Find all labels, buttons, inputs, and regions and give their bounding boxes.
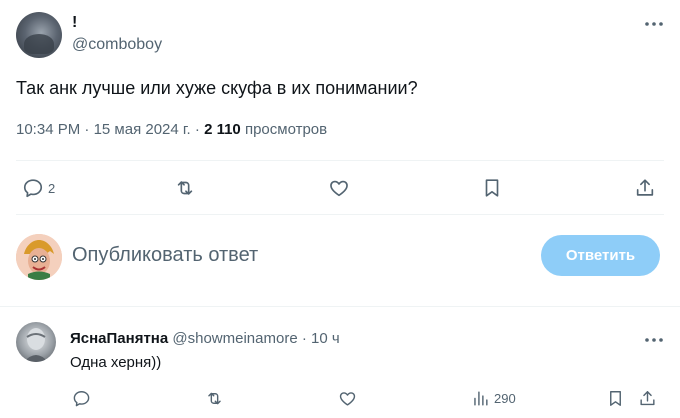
- share-icon: [636, 179, 654, 196]
- share-icon: [640, 390, 655, 405]
- reply-author-name[interactable]: ЯснаПанятна: [70, 330, 168, 347]
- views-button[interactable]: 290: [471, 386, 516, 410]
- author-handle[interactable]: @comboboy: [72, 36, 162, 54]
- reply-time[interactable]: 10 ч: [311, 330, 340, 347]
- retweet-button[interactable]: [174, 176, 196, 200]
- like-icon: [330, 180, 348, 197]
- current-user-avatar[interactable]: [16, 234, 62, 280]
- like-button[interactable]: [338, 386, 357, 410]
- reply-text: Одна херня)): [70, 354, 162, 371]
- like-button[interactable]: [328, 176, 350, 200]
- divider: [16, 214, 664, 215]
- tweet-date[interactable]: 15 мая 2024 г.: [94, 121, 191, 138]
- divider: [0, 306, 680, 307]
- reply-input[interactable]: Опубликовать ответ: [72, 244, 258, 267]
- more-icon[interactable]: [644, 330, 664, 350]
- share-button[interactable]: [638, 386, 657, 410]
- views-count: 290: [494, 390, 516, 406]
- tweet-text: Так анк лучше или хуже скуфа в их понима…: [16, 78, 418, 98]
- tweet-meta: 10:34 PM · 15 мая 2024 г. · 2 110 просмо…: [16, 121, 327, 138]
- views-count: 2 110: [204, 121, 241, 138]
- retweet-icon: [177, 181, 193, 195]
- meta-separator: ·: [194, 121, 200, 138]
- reply-author-avatar[interactable]: [16, 322, 56, 362]
- reply-button[interactable]: [72, 386, 91, 410]
- bookmark-button[interactable]: [481, 176, 503, 200]
- meta-separator: ·: [84, 121, 90, 138]
- reply-icon: [73, 390, 90, 406]
- tweet-time[interactable]: 10:34 PM: [16, 121, 80, 138]
- more-icon[interactable]: [644, 14, 664, 34]
- reply-count: 2: [48, 180, 56, 196]
- reply-separator: ·: [301, 330, 307, 347]
- retweet-icon: [208, 392, 221, 404]
- retweet-button[interactable]: [205, 386, 224, 410]
- author-avatar[interactable]: [16, 12, 62, 58]
- divider: [16, 160, 664, 161]
- views-icon: [474, 390, 488, 406]
- compose-reply: Опубликовать ответ Ответить: [16, 228, 664, 288]
- reply-author-handle[interactable]: @showmeinamore: [172, 330, 297, 347]
- bookmark-button[interactable]: [606, 386, 625, 410]
- reply-icon: [23, 179, 43, 198]
- reply-button[interactable]: 2: [22, 176, 55, 200]
- bookmark-icon: [610, 390, 621, 406]
- views-label: просмотров: [244, 121, 328, 138]
- reply-header: ЯснаПанятна @showmeinamore · 10 ч: [70, 330, 340, 347]
- bookmark-icon: [485, 179, 499, 197]
- post-reply-button[interactable]: Ответить: [541, 235, 660, 276]
- share-button[interactable]: [634, 176, 656, 200]
- like-icon: [339, 391, 356, 406]
- tweet-actions: 2: [16, 162, 664, 214]
- author-display-name[interactable]: !: [72, 14, 77, 32]
- tweet-header: ! @comboboy: [16, 12, 664, 60]
- reply-tweet[interactable]: ЯснаПанятна @showmeinamore · 10 ч Одна х…: [16, 322, 664, 418]
